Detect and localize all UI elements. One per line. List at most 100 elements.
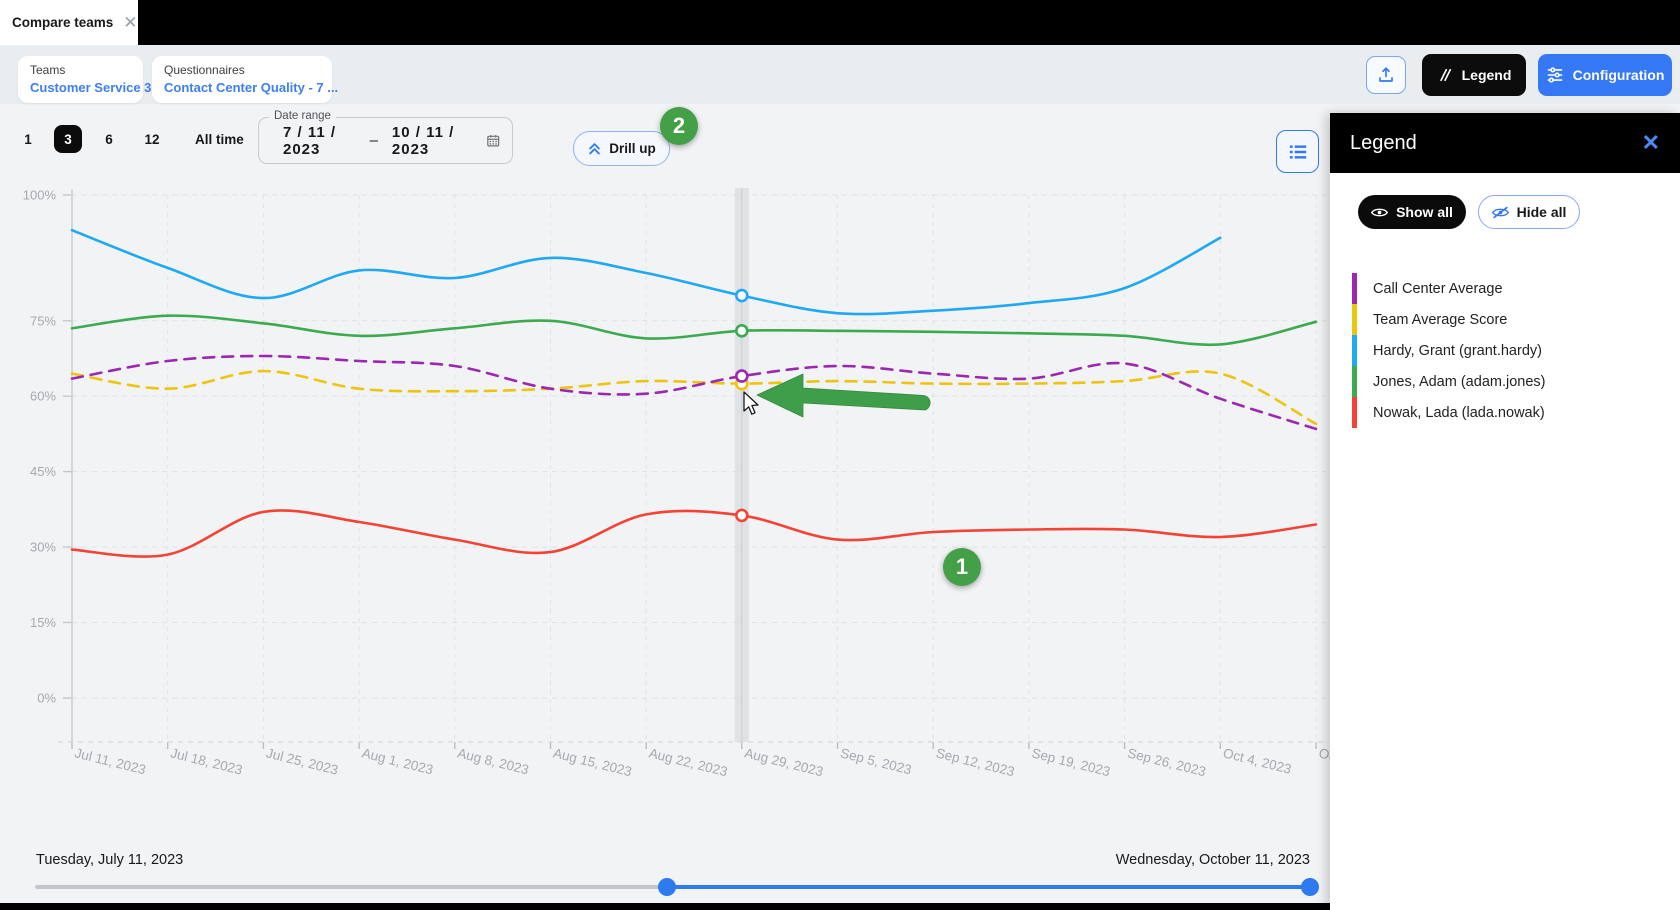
edit-pen-icon (1437, 67, 1453, 83)
comparison-line-chart[interactable]: 0% 15% 30% 45% 60% 75% 100% Jul 11, 2023 Jul 18,… (0, 168, 1330, 808)
show-all-button[interactable]: Show all (1358, 195, 1466, 229)
legend-color-swatch (1352, 366, 1357, 397)
drill-up-button[interactable]: Drill up (573, 131, 670, 166)
legend-item-label: Jones, Adam (adam.jones) (1373, 374, 1545, 390)
slider-start-label: Tuesday, July 11, 2023 (36, 852, 183, 868)
y-tick-label: 75% (30, 313, 56, 328)
series-point-marker[interactable] (736, 325, 747, 336)
series-line[interactable] (72, 356, 1316, 429)
eye-icon (1371, 206, 1388, 219)
y-tick-label: 30% (30, 540, 56, 555)
x-tick-label: Aug 15, 2023 (552, 745, 634, 779)
date-end-input[interactable]: 10 / 11 / 2023 (392, 124, 472, 158)
series-line[interactable] (72, 316, 1316, 345)
series-point-marker[interactable] (736, 510, 747, 521)
legend-item[interactable]: Nowak, Lada (lada.nowak) (1352, 397, 1670, 428)
series-line[interactable] (72, 371, 1316, 424)
x-tick-label: Oct 11, 2023 (1317, 745, 1330, 778)
date-range-label: Date range (269, 110, 336, 122)
sliders-icon (1546, 67, 1564, 83)
legend-drawer: Legend ✕ Show all Hide all Call Center A… (1330, 113, 1680, 910)
series-list-button[interactable] (1276, 130, 1319, 173)
tab-compare-teams[interactable]: Compare teams ✕ (0, 0, 138, 45)
date-start-input[interactable]: 7 / 11 / 2023 (283, 124, 356, 158)
legend-color-swatch (1352, 304, 1357, 335)
series-line[interactable] (72, 510, 1316, 556)
list-icon (1288, 143, 1308, 161)
legend-item-label: Call Center Average (1373, 281, 1503, 297)
slider-end-label: Wednesday, October 11, 2023 (1116, 852, 1310, 868)
filter-value[interactable]: Contact Center Quality - 7 ... (164, 80, 320, 95)
slider-handle-start[interactable] (658, 878, 676, 896)
slider-handle-end[interactable] (1301, 878, 1319, 896)
hide-all-label: Hide all (1517, 204, 1567, 220)
x-tick-label: Aug 22, 2023 (647, 745, 729, 779)
x-tick-label: Aug 8, 2023 (456, 745, 530, 777)
slider-selected-range[interactable] (667, 885, 1310, 889)
x-tick-label: Sep 19, 2023 (1030, 745, 1112, 779)
tab-close-icon[interactable]: ✕ (123, 14, 137, 31)
legend-drawer-header: Legend ✕ (1330, 113, 1680, 173)
annotation-badge-2: 2 (660, 107, 698, 145)
calendar-icon[interactable] (486, 131, 500, 150)
legend-drawer-close-icon[interactable]: ✕ (1642, 132, 1660, 154)
period-option-all-time[interactable]: All time (190, 125, 249, 153)
legend-item[interactable]: Call Center Average (1352, 273, 1670, 304)
x-tick-label: Sep 5, 2023 (839, 745, 913, 777)
legend-item-label: Nowak, Lada (lada.nowak) (1373, 405, 1545, 421)
filter-value[interactable]: Customer Service 3 (30, 80, 131, 95)
legend-drawer-title: Legend (1350, 132, 1417, 155)
x-tick-label: Aug 1, 2023 (360, 745, 434, 777)
legend-items-list: Call Center Average Team Average Score Har… (1352, 273, 1670, 428)
annotation-arrow (757, 374, 930, 417)
window-tab-bar: Compare teams ✕ (0, 0, 1680, 45)
period-option-12[interactable]: 12 (138, 125, 166, 153)
x-tick-label: Sep 26, 2023 (1126, 745, 1208, 779)
legend-item[interactable]: Jones, Adam (adam.jones) (1352, 366, 1670, 397)
y-tick-label: 45% (30, 464, 56, 479)
period-option-3[interactable]: 3 (54, 125, 82, 153)
show-all-label: Show all (1396, 204, 1453, 220)
filter-chip-teams[interactable]: Teams Customer Service 3 (18, 56, 143, 103)
annotation-badge-1: 1 (943, 548, 981, 586)
upload-icon (1377, 66, 1395, 84)
x-tick-label: Aug 29, 2023 (743, 745, 825, 779)
export-button[interactable] (1366, 56, 1406, 94)
period-option-6[interactable]: 6 (95, 125, 123, 153)
date-range-slider: Tuesday, July 11, 2023 Wednesday, Octobe… (0, 848, 1330, 903)
x-tick-label: Sep 12, 2023 (934, 745, 1016, 779)
eye-off-icon (1492, 205, 1509, 220)
series-point-marker[interactable] (736, 371, 747, 382)
legend-button-label: Legend (1462, 67, 1512, 83)
double-chevron-up-icon (587, 141, 602, 156)
configuration-button[interactable]: Configuration (1538, 54, 1672, 96)
drill-up-label: Drill up (609, 141, 656, 156)
legend-item-label: Team Average Score (1373, 312, 1507, 328)
filter-chip-questionnaires[interactable]: Questionnaires Contact Center Quality - … (152, 56, 332, 103)
legend-color-swatch (1352, 273, 1357, 304)
legend-item[interactable]: Team Average Score (1352, 304, 1670, 335)
x-tick-label: Jul 25, 2023 (265, 745, 340, 777)
legend-color-swatch (1352, 335, 1357, 366)
y-tick-label: 60% (30, 389, 56, 404)
configuration-button-label: Configuration (1573, 67, 1665, 83)
hide-all-button[interactable]: Hide all (1478, 195, 1580, 229)
legend-toggle-button[interactable]: Legend (1422, 54, 1526, 96)
legend-item-label: Hardy, Grant (grant.hardy) (1373, 343, 1542, 359)
y-tick-label: 0% (37, 691, 56, 706)
y-tick-label: 100% (23, 188, 57, 203)
y-tick-label: 15% (30, 615, 56, 630)
x-tick-label: Oct 4, 2023 (1222, 745, 1293, 776)
date-range-separator: – (370, 132, 378, 149)
legend-item[interactable]: Hardy, Grant (grant.hardy) (1352, 335, 1670, 366)
x-tick-label: Jul 11, 2023 (73, 745, 147, 777)
bottom-bar (0, 903, 1330, 910)
date-range-field[interactable]: Date range 7 / 11 / 2023 – 10 / 11 / 202… (258, 117, 513, 164)
filter-label: Questionnaires (164, 63, 320, 77)
tab-title: Compare teams (12, 15, 113, 30)
x-tick-label: Jul 18, 2023 (169, 745, 244, 777)
legend-color-swatch (1352, 397, 1357, 428)
period-option-1[interactable]: 1 (14, 125, 42, 153)
series-point-marker[interactable] (736, 290, 747, 301)
filter-label: Teams (30, 63, 131, 77)
